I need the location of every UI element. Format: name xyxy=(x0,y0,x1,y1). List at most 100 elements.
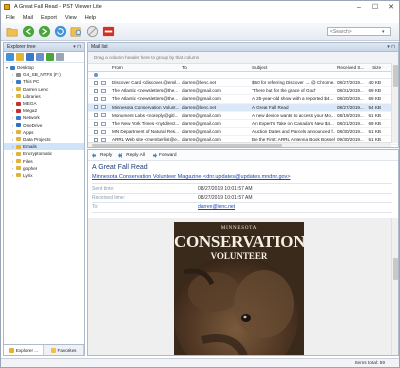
forward-button[interactable]: Forward xyxy=(151,152,177,158)
reading-scroll-thumb[interactable] xyxy=(393,258,398,280)
menu-mail[interactable]: Mail xyxy=(23,15,33,21)
tree-node[interactable]: › Apps xyxy=(4,129,84,136)
mail-row[interactable]: MN Department of Natural Res... darren@gm… xyxy=(88,128,398,137)
refresh-button[interactable] xyxy=(53,25,67,39)
mail-row[interactable]: The Atlantic <newsletters@the... darren@g… xyxy=(88,87,398,96)
mail-row[interactable]: Minnesota Conservation Volunt... darren@l… xyxy=(88,103,398,112)
back-button[interactable] xyxy=(21,25,35,39)
reply-button[interactable]: Reply xyxy=(92,152,112,158)
mail-list-pin-icon[interactable]: ▾ ⊓ xyxy=(387,44,395,50)
folder-icon xyxy=(16,151,21,156)
tree-node[interactable]: › Libraries xyxy=(4,93,84,100)
tree-node[interactable]: › MEGA xyxy=(4,100,84,107)
search-dropdown-icon[interactable]: ▾ xyxy=(382,29,385,35)
group-by-bar[interactable]: Drag a column header here to group by th… xyxy=(88,52,398,64)
star-icon xyxy=(50,347,56,353)
mail-checkbox[interactable] xyxy=(94,129,98,134)
settings-icon[interactable] xyxy=(56,53,64,61)
mail-list-panel: Mail list ▾ ⊓ Drag a column header here … xyxy=(87,42,399,148)
disabled-button[interactable] xyxy=(85,25,99,39)
window-title: A Great Fall Read - PST Viewer Lite xyxy=(14,4,102,10)
column-received[interactable]: Received S... xyxy=(335,65,365,70)
to-value[interactable]: darren@lenc.net xyxy=(198,204,235,210)
mail-row[interactable]: Monument Labs <noreply@gitl... darren@gma… xyxy=(88,112,398,120)
desktop-icon[interactable] xyxy=(6,53,14,61)
open-folder-icon xyxy=(6,28,17,37)
pin-icon[interactable]: ▾ ⊓ xyxy=(73,44,81,50)
status-bar: Items total: 59 xyxy=(1,358,399,367)
tree-node[interactable]: › gopher xyxy=(4,165,84,172)
close-button[interactable]: ✕ xyxy=(383,1,399,13)
menu-export[interactable]: Export xyxy=(41,15,57,21)
column-to[interactable]: To xyxy=(180,65,250,70)
tree-node[interactable]: › Lyrix xyxy=(4,172,84,179)
tree-node[interactable]: › This PC xyxy=(4,78,84,85)
folder-icon xyxy=(16,137,21,142)
tree-node[interactable]: › G4_SB_NTFS (F:) xyxy=(4,71,84,78)
items-total: Items total: 59 xyxy=(354,361,385,366)
folder-icon xyxy=(16,115,21,120)
reading-scrollbar[interactable] xyxy=(391,218,398,355)
menu-view[interactable]: View xyxy=(65,15,77,21)
forward-button[interactable] xyxy=(37,25,51,39)
mail-checkbox[interactable] xyxy=(94,96,98,101)
tree-node[interactable]: › Emails xyxy=(4,143,84,151)
column-size[interactable]: Size xyxy=(365,65,383,70)
search-folder-button[interactable] xyxy=(69,25,83,39)
mail-list-hscroll-thumb[interactable] xyxy=(92,144,282,147)
menu-bar: File Mail Export View Help xyxy=(1,13,399,23)
folder-icon xyxy=(16,144,21,149)
tree-node-label: G4_SB_NTFS (F:) xyxy=(23,72,61,78)
column-subject[interactable]: Subject xyxy=(250,65,335,70)
maximize-button[interactable]: ☐ xyxy=(367,1,383,13)
minimize-button[interactable]: – xyxy=(351,1,367,13)
envelope-icon xyxy=(101,80,106,85)
mail-subject-cell: $50 for referring Discover → @ Chrome... xyxy=(252,80,335,86)
mail-checkbox[interactable] xyxy=(94,113,98,118)
mail-row[interactable]: The New York Times <nytdirect... darren@g… xyxy=(88,120,398,129)
tree-node[interactable]: › Network xyxy=(4,114,84,121)
computer-icon[interactable] xyxy=(26,53,34,61)
tree-node[interactable]: › Files xyxy=(4,157,84,164)
tab-explorer-label: Explorer ... xyxy=(15,347,39,353)
tree-node[interactable]: › Data Projects xyxy=(4,136,84,143)
network-icon[interactable] xyxy=(36,53,44,61)
folder-icon[interactable] xyxy=(16,53,24,61)
tab-explorer[interactable]: Explorer ... xyxy=(4,345,44,355)
mail-received-cell: 08/27/2019... xyxy=(337,104,364,110)
mail-list-hscrollbar[interactable] xyxy=(88,142,391,147)
reply-all-icon xyxy=(118,152,123,158)
column-from[interactable]: From xyxy=(110,65,180,70)
message-from[interactable]: Minnesota Conservation Volunteer Magazin… xyxy=(92,174,291,180)
mail-checkbox[interactable] xyxy=(94,80,98,85)
refresh-tree-icon[interactable] xyxy=(46,53,54,61)
filter-icon[interactable] xyxy=(94,73,98,77)
tree-node[interactable]: › OneDrive xyxy=(4,122,84,129)
mail-row[interactable]: The Atlantic <newsletters@the... darren@g… xyxy=(88,95,398,104)
tree-node[interactable]: › Encryptomatic xyxy=(4,150,84,157)
menu-file[interactable]: File xyxy=(6,15,15,21)
tab-favorites[interactable]: Favorites xyxy=(44,345,84,355)
search-folder-icon xyxy=(70,27,81,37)
reply-all-button[interactable]: Reply All xyxy=(118,152,145,158)
mail-checkbox[interactable] xyxy=(94,121,98,126)
mail-row[interactable]: Discover Card <discover.@emil... darren@l… xyxy=(88,79,398,88)
search-box[interactable]: ▾ xyxy=(327,27,391,36)
open-folder-button[interactable] xyxy=(5,25,19,39)
pdf-export-button[interactable] xyxy=(101,25,115,39)
tree-node[interactable]: › Darren Lenc xyxy=(4,86,84,93)
tree-node[interactable]: › Mega2 xyxy=(4,107,84,114)
filter-row[interactable] xyxy=(88,72,398,79)
mail-list-scrollbar[interactable] xyxy=(391,63,398,143)
tree-node[interactable]: ▾ Desktop xyxy=(4,64,84,71)
refresh-icon xyxy=(54,25,66,38)
mail-checkbox[interactable] xyxy=(94,88,98,93)
mail-checkbox[interactable] xyxy=(94,105,98,110)
to-label: To: xyxy=(92,204,99,210)
mail-list-scroll-thumb[interactable] xyxy=(393,65,398,87)
window-controls: – ☐ ✕ xyxy=(351,1,399,13)
menu-help[interactable]: Help xyxy=(85,15,96,21)
mail-to-cell: darren@gmail.com xyxy=(182,112,221,118)
search-input[interactable] xyxy=(330,28,382,35)
folder-icon xyxy=(16,166,21,171)
